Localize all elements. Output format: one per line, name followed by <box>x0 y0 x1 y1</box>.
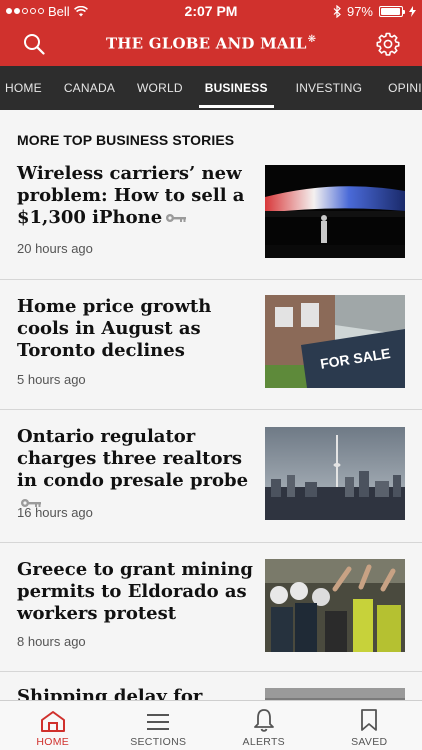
gear-icon <box>376 32 400 56</box>
home-icon <box>40 711 65 732</box>
story-image <box>265 688 405 700</box>
wifi-icon <box>73 5 88 16</box>
tab-home[interactable]: HOME <box>5 66 42 110</box>
section-title: MORE TOP BUSINESS STORIES <box>17 132 235 148</box>
story-card[interactable]: Home price growth cools in August as Tor… <box>0 280 422 410</box>
brand-name: THE GLOBE AND MAIL <box>105 34 307 53</box>
story-thumbnail[interactable] <box>265 688 405 700</box>
bottom-tab-alerts[interactable]: ALERTS <box>211 701 317 750</box>
bluetooth-icon <box>333 4 341 18</box>
status-right: 97% <box>333 4 416 19</box>
protest-image <box>265 559 405 652</box>
for-sale-sign-image: FOR SALE <box>265 295 405 388</box>
bell-icon <box>253 709 274 732</box>
story-timestamp: 5 hours ago <box>17 372 86 387</box>
tab-opinion[interactable]: OPINION <box>388 66 422 110</box>
bottom-tab-sections[interactable]: SECTIONS <box>106 701 212 750</box>
bottom-tab-saved[interactable]: SAVED <box>317 701 422 750</box>
story-headline[interactable]: Shipping delay for <box>17 686 253 700</box>
signal-dot <box>14 8 20 14</box>
search-button[interactable] <box>18 28 50 60</box>
bottom-tab-home[interactable]: HOME <box>0 701 106 750</box>
premium-key-icon <box>166 214 187 222</box>
menu-icon <box>147 714 170 730</box>
story-card[interactable]: Ontario regulator charges three realtors… <box>0 410 422 543</box>
search-icon <box>24 34 45 55</box>
signal-dot <box>22 8 28 14</box>
story-card[interactable]: Greece to grant mining permits to Eldora… <box>0 543 422 672</box>
battery-percent: 97% <box>346 3 373 19</box>
story-list: MORE TOP BUSINESS STORIES Wireless carri… <box>0 110 422 700</box>
stage-presentation-image <box>265 165 405 258</box>
story-thumbnail[interactable]: FOR SALE <box>265 295 405 388</box>
bottom-tab-label: SAVED <box>351 736 388 748</box>
story-timestamp: 20 hours ago <box>17 241 93 256</box>
bookmark-icon <box>361 709 378 731</box>
bottom-tab-label: SECTIONS <box>130 736 187 748</box>
signal-strength-icon <box>6 8 44 14</box>
toronto-skyline-image <box>265 427 405 520</box>
tab-business[interactable]: BUSINESS <box>198 66 274 110</box>
story-thumbnail[interactable] <box>265 165 405 258</box>
story-headline[interactable]: Greece to grant mining permits to Eldora… <box>17 559 253 625</box>
bottom-tab-label: HOME <box>36 736 70 748</box>
tab-world[interactable]: WORLD <box>137 66 183 110</box>
tab-investing[interactable]: INVESTING <box>296 66 362 110</box>
story-timestamp: 8 hours ago <box>17 634 86 649</box>
signal-dot <box>6 8 12 14</box>
status-left: Bell <box>6 4 333 19</box>
signal-dot <box>38 8 44 14</box>
status-bar: Bell 2:07 PM 97% <box>0 0 422 22</box>
charging-icon <box>409 5 416 17</box>
story-headline[interactable]: Wireless carriers’ new problem: How to s… <box>17 163 253 229</box>
carrier-name: Bell <box>48 3 70 19</box>
section-tabs: HOME CANADA WORLD BUSINESS INVESTING OPI… <box>0 66 422 110</box>
story-card[interactable]: Shipping delay for <box>0 672 422 700</box>
maple-leaf-icon: ❋ <box>307 34 317 46</box>
story-headline[interactable]: Home price growth cools in August as Tor… <box>17 296 253 362</box>
signal-dot <box>30 8 36 14</box>
brand-logo[interactable]: THE GLOBE AND MAIL❋ <box>106 34 316 53</box>
bottom-tab-bar: HOME SECTIONS ALERTS SAVED <box>0 700 422 750</box>
story-thumbnail[interactable] <box>265 559 405 652</box>
story-thumbnail[interactable] <box>265 427 405 520</box>
battery-icon <box>379 5 405 17</box>
story-card[interactable]: Wireless carriers’ new problem: How to s… <box>0 157 422 280</box>
app-header: THE GLOBE AND MAIL❋ <box>0 22 422 66</box>
settings-button[interactable] <box>372 28 404 60</box>
bottom-tab-label: ALERTS <box>242 736 285 748</box>
tab-canada[interactable]: CANADA <box>64 66 115 110</box>
story-headline[interactable]: Ontario regulator charges three realtors… <box>17 426 253 514</box>
story-timestamp: 16 hours ago <box>17 505 93 520</box>
battery-fill <box>381 7 401 15</box>
